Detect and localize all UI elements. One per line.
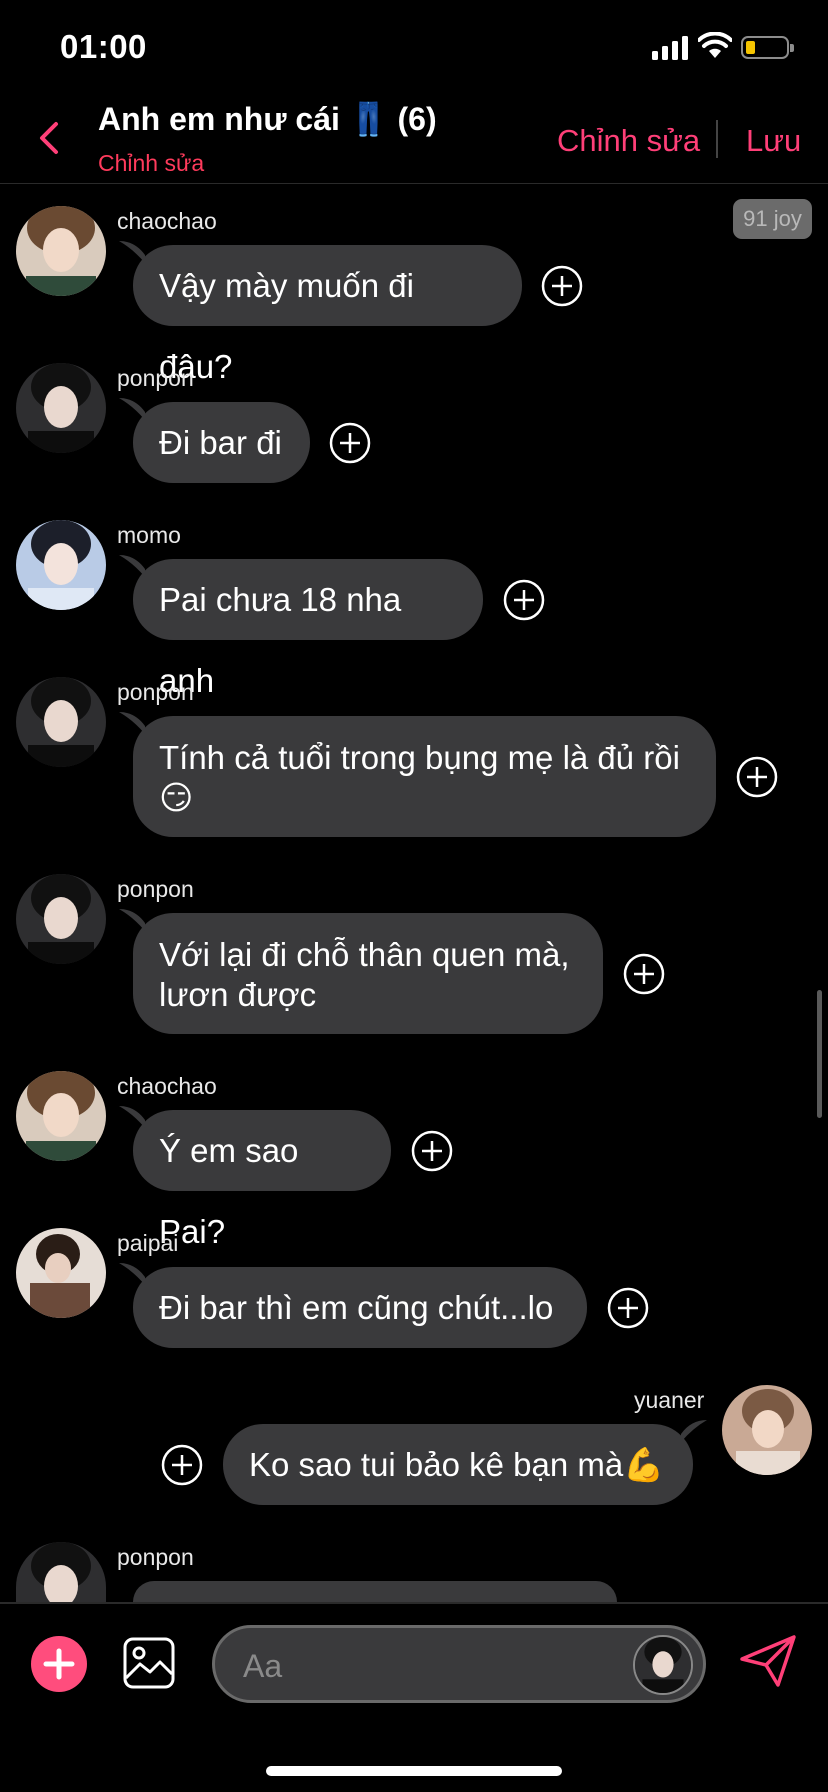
header-divider-line bbox=[0, 183, 828, 184]
joy-badge: 91 joy bbox=[733, 199, 812, 239]
react-plus-icon[interactable] bbox=[541, 265, 583, 307]
status-time: 01:00 bbox=[60, 28, 147, 65]
message-input-placeholder: Aa bbox=[243, 1648, 283, 1684]
message-sender: chaochao bbox=[117, 208, 217, 234]
message-bubble[interactable]: Tính cả tuổi trong bụng mẹ là đủ rồi 😏 bbox=[119, 712, 716, 837]
scrollbar[interactable] bbox=[817, 990, 822, 1118]
save-button[interactable]: Lưu bbox=[746, 123, 801, 159]
chat-title: Anh em như cái 👖 (6) bbox=[98, 101, 437, 137]
message-text: Đi bar đi bbox=[159, 424, 282, 461]
message-bubble[interactable]: Ko sao tui bảo kê bạn mà💪 bbox=[223, 1420, 707, 1505]
avatar[interactable] bbox=[16, 874, 106, 964]
chat-subtitle-edit[interactable]: Chỉnh sửa bbox=[98, 150, 204, 177]
message-bubble[interactable]: Với lại đi chỗ thân quen mà, lươn được bbox=[119, 909, 603, 1034]
react-plus-icon[interactable] bbox=[329, 422, 371, 464]
message-sender: ponpon bbox=[117, 1544, 194, 1570]
message-sender: momo bbox=[117, 522, 181, 548]
plus-icon bbox=[43, 1648, 75, 1680]
home-indicator[interactable] bbox=[266, 1766, 562, 1776]
header-divider bbox=[716, 120, 718, 158]
avatar[interactable] bbox=[16, 1542, 106, 1602]
message-sender: paipai bbox=[117, 1230, 179, 1256]
message-text: Ý em sao Pai? bbox=[159, 1132, 299, 1250]
cellular-signal-icon bbox=[652, 36, 688, 60]
image-icon[interactable] bbox=[122, 1636, 176, 1690]
persona-avatar[interactable] bbox=[633, 1635, 693, 1695]
message-text-line: Với lại đi chỗ thân quen mà, bbox=[159, 936, 570, 973]
battery-icon bbox=[741, 36, 794, 59]
avatar[interactable] bbox=[16, 1071, 106, 1161]
message-bubble[interactable]: Đi bar đi bbox=[119, 398, 310, 483]
message-text: Vậy mày muốn đi đâu? bbox=[159, 267, 414, 385]
edit-button[interactable]: Chỉnh sửa bbox=[557, 123, 700, 159]
wifi-icon bbox=[698, 32, 732, 58]
avatar[interactable] bbox=[16, 363, 106, 453]
message-sender: ponpon bbox=[117, 876, 194, 902]
react-plus-icon[interactable] bbox=[411, 1130, 453, 1172]
message-text: Pai chưa 18 nha anh bbox=[159, 581, 402, 699]
message-bubble[interactable] bbox=[133, 1581, 617, 1602]
react-plus-icon[interactable] bbox=[161, 1444, 203, 1486]
message-sender: chaochao bbox=[117, 1073, 217, 1099]
message-sender: ponpon bbox=[117, 365, 194, 391]
message-bubble[interactable]: Ý em sao Pai? bbox=[119, 1106, 391, 1250]
send-icon[interactable] bbox=[738, 1633, 798, 1689]
react-plus-icon[interactable] bbox=[503, 579, 545, 621]
react-plus-icon[interactable] bbox=[736, 756, 778, 798]
message-text: Ko sao tui bảo kê bạn mà💪 bbox=[249, 1446, 665, 1483]
react-plus-icon[interactable] bbox=[623, 953, 665, 995]
message-text-line: 😏 bbox=[159, 779, 194, 816]
avatar[interactable] bbox=[16, 520, 106, 610]
add-button[interactable] bbox=[31, 1636, 87, 1692]
back-chevron-icon[interactable] bbox=[30, 118, 70, 158]
composer-divider bbox=[0, 1602, 828, 1604]
react-plus-icon[interactable] bbox=[607, 1287, 649, 1329]
message-text-line: Tính cả tuổi trong bụng mẹ là đủ rồi bbox=[159, 739, 680, 776]
avatar[interactable] bbox=[16, 1228, 106, 1318]
avatar[interactable] bbox=[722, 1385, 812, 1475]
avatar[interactable] bbox=[16, 206, 106, 296]
message-input[interactable]: Aa bbox=[212, 1625, 706, 1703]
message-text-line: lươn được bbox=[159, 976, 317, 1013]
message-sender: yuaner bbox=[634, 1387, 705, 1413]
avatar[interactable] bbox=[16, 677, 106, 767]
message-bubble[interactable]: Pai chưa 18 nha anh bbox=[119, 555, 483, 699]
message-bubble[interactable]: Đi bar thì em cũng chút...lo bbox=[119, 1263, 587, 1348]
message-text: Đi bar thì em cũng chút...lo bbox=[159, 1289, 554, 1326]
message-bubble[interactable]: Vậy mày muốn đi đâu? bbox=[119, 241, 522, 385]
message-sender: ponpon bbox=[117, 679, 194, 705]
